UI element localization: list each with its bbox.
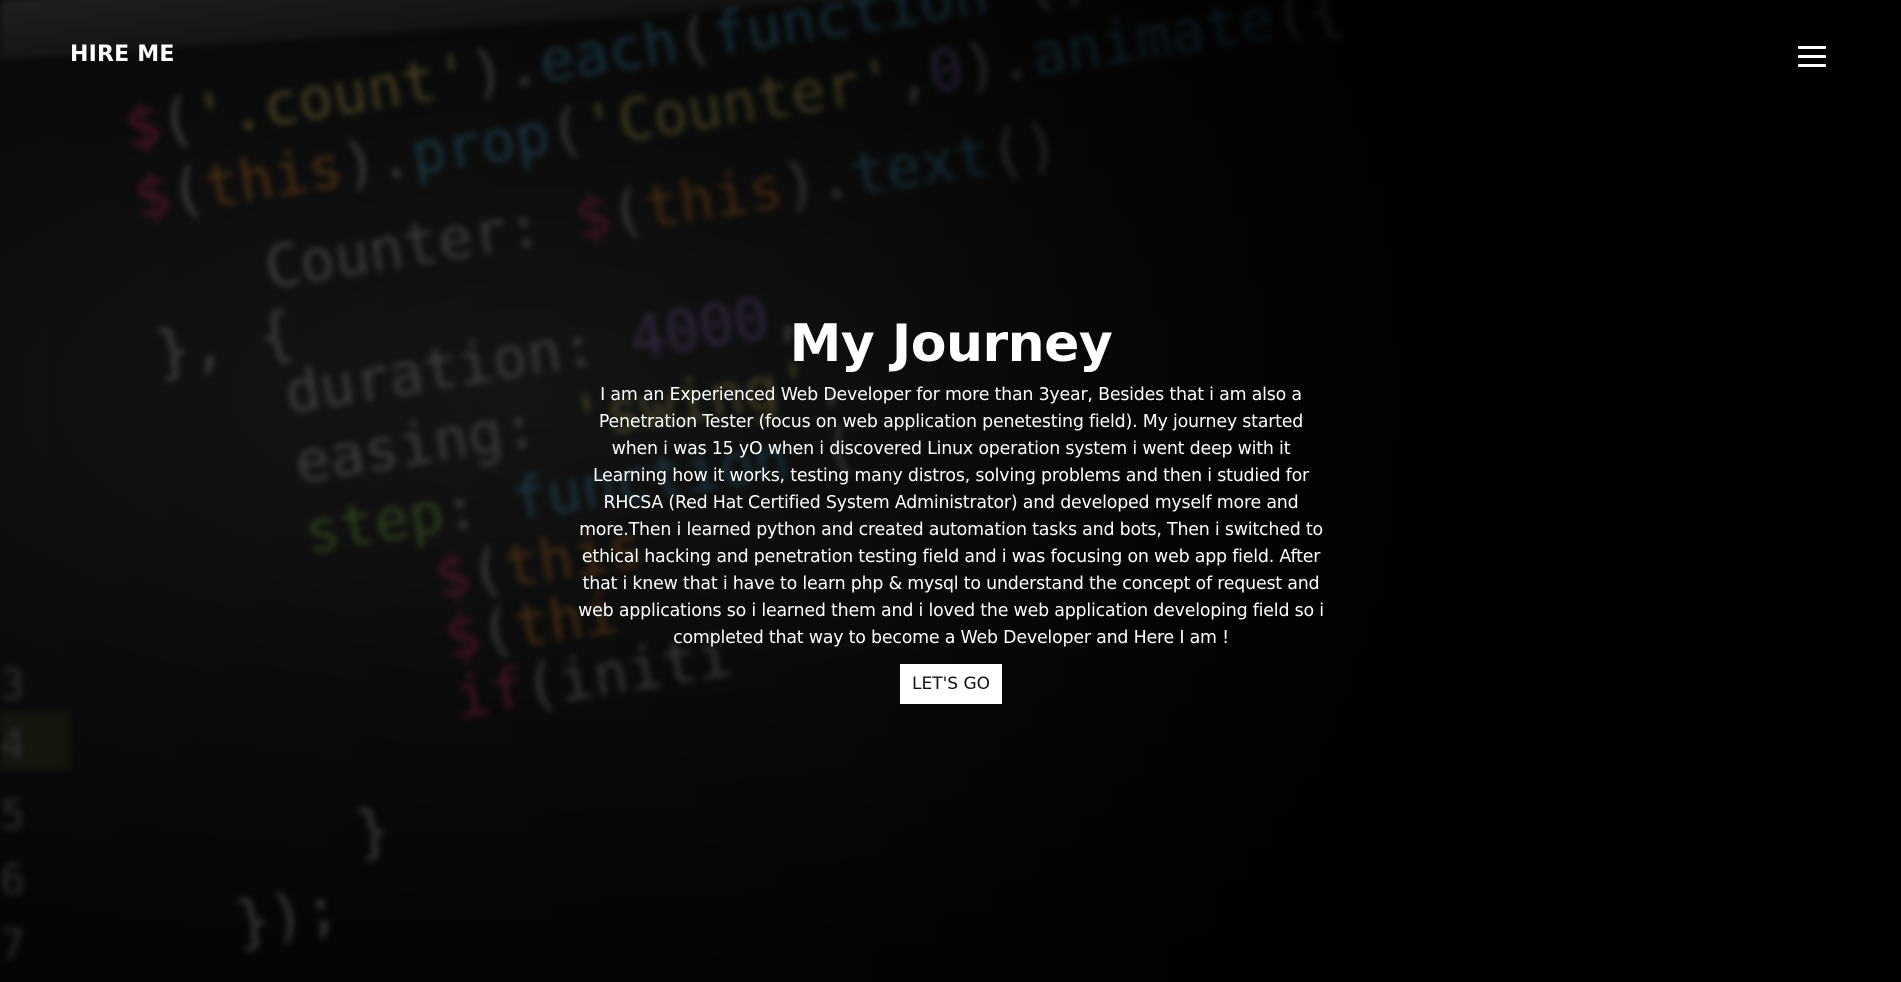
menu-bar-top: [1798, 46, 1826, 49]
page-title: My Journey: [789, 314, 1113, 374]
hire-me-link[interactable]: HIRE ME: [70, 42, 175, 67]
hamburger-menu-icon[interactable]: [1798, 44, 1826, 70]
journey-content: My Journey I am an Experienced Web Devel…: [574, 310, 1328, 704]
menu-bar-middle: [1798, 55, 1826, 58]
hero-section: $('.count').each(function () { $(this).p…: [0, 0, 1901, 982]
journey-description: I am an Experienced Web Developer for mo…: [578, 385, 1324, 648]
lets-go-button[interactable]: LET'S GO: [899, 664, 1003, 704]
menu-bar-bottom: [1798, 64, 1826, 67]
